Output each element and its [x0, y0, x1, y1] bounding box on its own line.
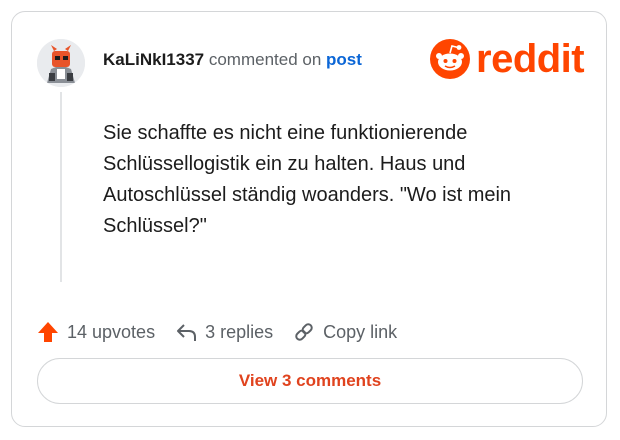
reddit-logo[interactable]: reddit — [430, 37, 585, 81]
reddit-snoo-icon — [430, 39, 470, 79]
username-link[interactable]: KaLiNkI1337 — [103, 50, 204, 69]
upvote-button[interactable]: 14 upvotes — [37, 321, 155, 343]
comment-body: Sie schaffte es nicht eine funktionieren… — [103, 122, 512, 237]
copy-link-button[interactable]: Copy link — [293, 321, 397, 343]
comment-header: KaLiNkI1337 commented on post — [103, 50, 362, 70]
copy-link-label: Copy link — [323, 321, 398, 342]
replies-button[interactable]: 3 replies — [175, 321, 273, 343]
avatar-icon — [37, 39, 85, 87]
post-link[interactable]: post — [326, 50, 362, 69]
replies-count: 3 replies — [205, 321, 274, 342]
thread-line — [60, 92, 62, 282]
view-comments-button[interactable]: View 3 comments — [37, 358, 583, 404]
action-bar: 14 upvotes 3 replies Copy link — [37, 319, 417, 345]
reply-arrow-icon — [177, 324, 197, 341]
link-icon — [295, 323, 313, 341]
action-text: commented on — [204, 50, 327, 69]
user-avatar[interactable] — [37, 39, 85, 87]
reddit-wordmark: reddit — [476, 37, 585, 81]
upvote-count: 14 upvotes — [67, 321, 156, 342]
upvote-arrow-icon — [38, 322, 58, 342]
